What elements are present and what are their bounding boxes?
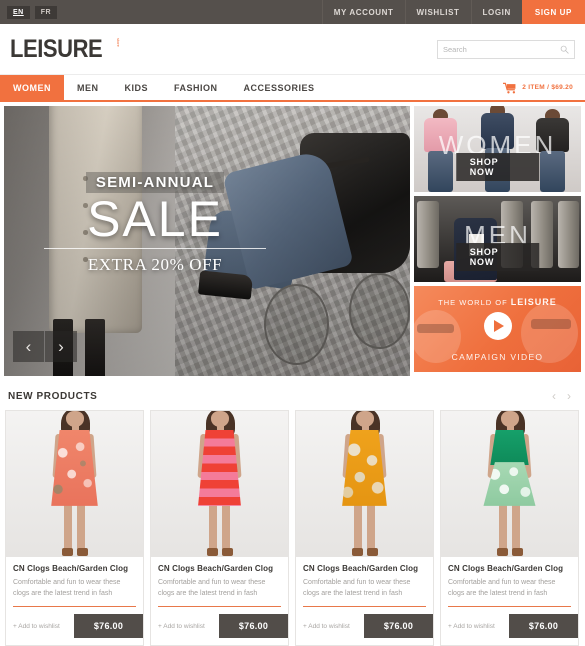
my-account-link[interactable]: MY ACCOUNT: [321, 0, 405, 24]
nav-item-kids[interactable]: KIDS: [112, 75, 162, 100]
hero-subtitle: EXTRA 20% OFF: [87, 255, 223, 274]
product-title[interactable]: CN Clogs Beach/Garden Clog: [158, 564, 281, 573]
video-promo-heading: THE WORLD OF LEISURE: [414, 297, 581, 307]
sign-up-button[interactable]: SIGN UP: [521, 0, 585, 24]
product-footer: + Add to wishlist $76.00: [151, 607, 288, 645]
product-body: CN Clogs Beach/Garden Clog Comfortable a…: [6, 557, 143, 599]
add-to-wishlist-link[interactable]: + Add to wishlist: [13, 623, 60, 630]
top-utility-bar: EN FR MY ACCOUNT WISHLIST LOGIN SIGN UP: [0, 0, 585, 24]
promo-shop-now-women[interactable]: SHOP NOW: [455, 153, 540, 181]
login-link[interactable]: LOGIN: [470, 0, 522, 24]
product-footer: + Add to wishlist $76.00: [296, 607, 433, 645]
language-button-fr[interactable]: FR: [34, 5, 58, 19]
storefront-page: EN FR MY ACCOUNT WISHLIST LOGIN SIGN UP …: [0, 0, 585, 646]
product-title[interactable]: CN Clogs Beach/Garden Clog: [448, 564, 571, 573]
product-description: Comfortable and fun to wear these clogs …: [13, 579, 121, 597]
add-to-wishlist-link[interactable]: + Add to wishlist: [303, 623, 350, 630]
product-price-button[interactable]: $76.00: [74, 614, 143, 638]
language-button-en[interactable]: EN: [7, 5, 30, 19]
product-image[interactable]: [6, 411, 143, 557]
play-icon[interactable]: [483, 312, 512, 341]
product-card[interactable]: CN Clogs Beach/Garden Clog Comfortable a…: [150, 410, 289, 646]
shopping-cart-icon[interactable]: [503, 82, 517, 94]
hero-area: SEMI-ANNUAL SALE EXTRA 20% OFF ‹ › WOMEN…: [0, 102, 585, 378]
hero-divider: [44, 248, 266, 249]
product-title[interactable]: CN Clogs Beach/Garden Clog: [303, 564, 426, 573]
product-footer: + Add to wishlist $76.00: [441, 607, 578, 645]
products-next-button[interactable]: ›: [567, 390, 571, 402]
wishlist-link[interactable]: WISHLIST: [404, 0, 471, 24]
top-links: MY ACCOUNT WISHLIST LOGIN SIGN UP: [321, 0, 585, 24]
video-promo-prefix: THE WORLD OF: [438, 298, 511, 307]
product-body: CN Clogs Beach/Garden Clog Comfortable a…: [296, 557, 433, 599]
nav-item-fashion[interactable]: FASHION: [161, 75, 231, 100]
product-card[interactable]: CN Clogs Beach/Garden Clog Comfortable a…: [5, 410, 144, 646]
cart-summary-text: 2 ITEM / $69.20: [522, 84, 573, 91]
video-promo-caption: CAMPAIGN VIDEO: [451, 352, 544, 362]
nav-item-men[interactable]: MEN: [64, 75, 112, 100]
product-title[interactable]: CN Clogs Beach/Garden Clog: [13, 564, 136, 573]
promo-tile-campaign-video[interactable]: THE WORLD OF LEISURE CAMPAIGN VIDEO: [414, 286, 581, 372]
video-promo-brand: LEISURE: [510, 297, 557, 307]
hero-slider-controls: ‹ ›: [13, 331, 77, 362]
header-logo-row: LEISURE store: [0, 24, 585, 74]
product-price-button[interactable]: $76.00: [219, 614, 288, 638]
nav-item-women[interactable]: WOMEN: [0, 75, 64, 100]
promo-column: WOMEN SHOP NOW MEN SHOP NOW THE WORLD OF…: [414, 106, 581, 378]
search-icon[interactable]: [560, 45, 569, 54]
promo-tile-women[interactable]: WOMEN SHOP NOW: [414, 106, 581, 192]
new-products-header: NEW PRODUCTS ‹ ›: [0, 378, 585, 410]
main-navigation: WOMEN MEN KIDS FASHION ACCESSORIES 2 ITE…: [0, 74, 585, 102]
product-image[interactable]: [296, 411, 433, 557]
product-grid: CN Clogs Beach/Garden Clog Comfortable a…: [0, 410, 585, 646]
brand-logo[interactable]: LEISURE store: [10, 34, 121, 63]
hero-prev-button[interactable]: ‹: [13, 331, 45, 362]
product-price-button[interactable]: $76.00: [509, 614, 578, 638]
add-to-wishlist-link[interactable]: + Add to wishlist: [158, 623, 205, 630]
product-description: Comfortable and fun to wear these clogs …: [448, 579, 556, 597]
search-input[interactable]: [443, 44, 560, 54]
hero-kicker: SEMI-ANNUAL: [85, 172, 225, 193]
hero-copy: SEMI-ANNUAL SALE EXTRA 20% OFF: [30, 172, 280, 275]
cart-summary[interactable]: 2 ITEM / $69.20: [503, 75, 585, 100]
product-card[interactable]: CN Clogs Beach/Garden Clog Comfortable a…: [440, 410, 579, 646]
brand-name: LEISURE: [10, 34, 103, 63]
product-image[interactable]: [441, 411, 578, 557]
hero-slider[interactable]: SEMI-ANNUAL SALE EXTRA 20% OFF ‹ ›: [4, 106, 410, 376]
carousel-controls: ‹ ›: [552, 390, 577, 402]
product-footer: + Add to wishlist $76.00: [6, 607, 143, 645]
product-card[interactable]: CN Clogs Beach/Garden Clog Comfortable a…: [295, 410, 434, 646]
product-image[interactable]: [151, 411, 288, 557]
product-price-button[interactable]: $76.00: [364, 614, 433, 638]
promo-tile-men[interactable]: MEN SHOP NOW: [414, 196, 581, 282]
add-to-wishlist-link[interactable]: + Add to wishlist: [448, 623, 495, 630]
language-switcher: EN FR: [0, 5, 58, 19]
nav-item-accessories[interactable]: ACCESSORIES: [231, 75, 328, 100]
search-box[interactable]: [437, 39, 575, 59]
hero-title: SALE: [87, 191, 223, 247]
product-body: CN Clogs Beach/Garden Clog Comfortable a…: [441, 557, 578, 599]
product-body: CN Clogs Beach/Garden Clog Comfortable a…: [151, 557, 288, 599]
product-description: Comfortable and fun to wear these clogs …: [158, 579, 266, 597]
promo-shop-now-men[interactable]: SHOP NOW: [455, 243, 540, 271]
brand-tagline: store: [116, 37, 121, 47]
products-prev-button[interactable]: ‹: [552, 390, 556, 402]
hero-next-button[interactable]: ›: [45, 331, 77, 362]
product-description: Comfortable and fun to wear these clogs …: [303, 579, 411, 597]
section-title: NEW PRODUCTS: [8, 390, 98, 402]
